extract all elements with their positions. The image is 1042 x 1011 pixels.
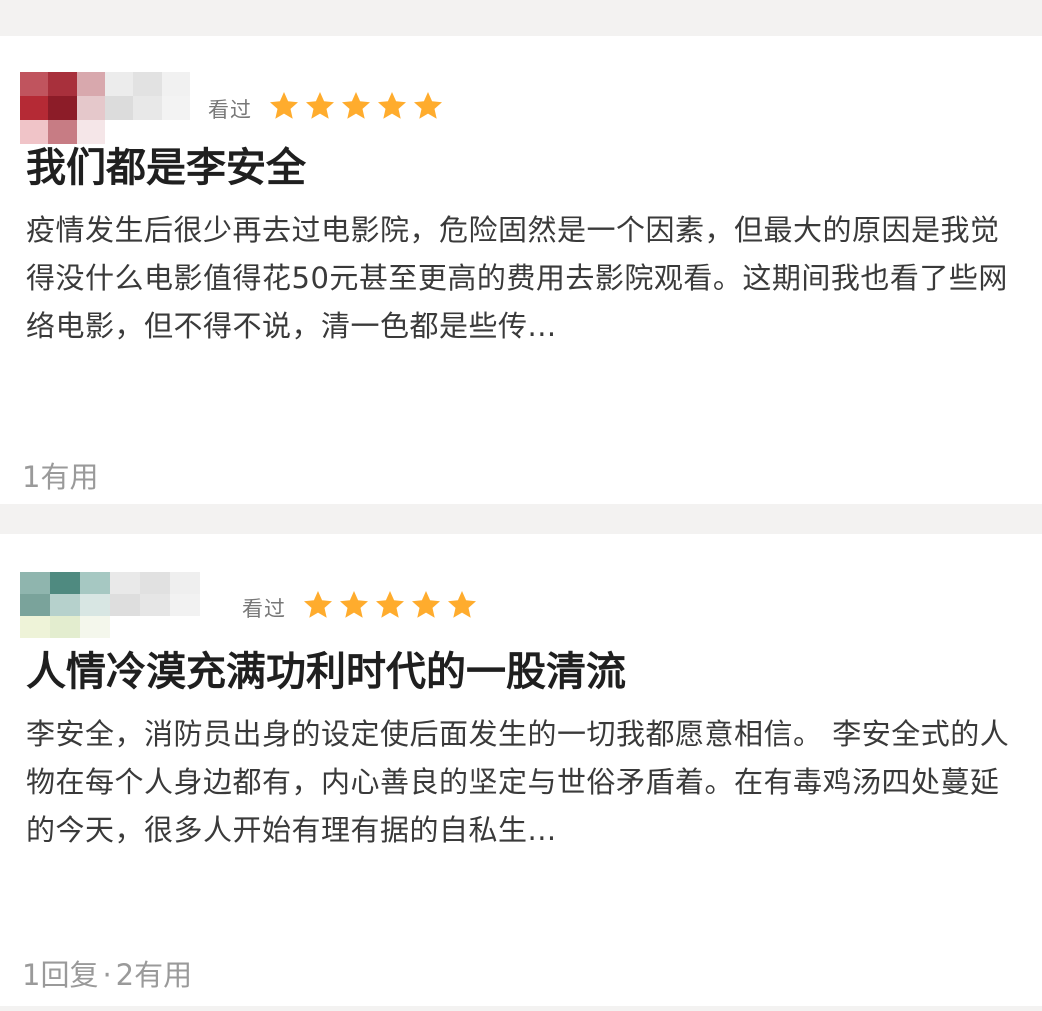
avatar[interactable] [20,572,200,638]
avatar-pixel [20,572,50,594]
top-spacer [0,0,1042,36]
avatar-pixel [161,72,190,96]
avatar-pixel [20,120,49,144]
avatar-pixel [140,572,170,594]
avatar-pixel [110,572,140,594]
avatar-pixel [48,96,77,120]
review-header: 看过 [20,534,1016,638]
avatar-pixel [105,72,134,96]
meta-separator: · [102,958,112,992]
review-body[interactable]: 疫情发生后很少再去过电影院，危险固然是一个因素，但最大的原因是我觉得没什么电影值… [26,206,1016,350]
review-body[interactable]: 李安全，消防员出身的设定使后面发生的一切我都愿意相信。 李安全式的人物在每个人身… [26,710,1016,854]
star-icon [342,92,370,119]
reply-count[interactable]: 1回复 [22,958,98,992]
avatar-pixel [50,572,80,594]
review-card[interactable]: 看过 我们都是李安全 疫情发生后很少再去过电影院，危险固然是一个因素，但最大的原… [0,36,1042,504]
avatar-pixel [48,120,77,144]
useful-count[interactable]: 2有用 [116,958,192,992]
useful-count[interactable]: 1有用 [22,460,98,494]
review-header: 看过 [20,36,1016,144]
avatar-pixel [140,616,170,638]
avatar-pixel [20,96,49,120]
avatar-pixel [133,120,162,144]
avatar-pixel [140,594,170,616]
star-icon [376,591,404,618]
avatar-pixel [76,72,105,96]
avatar-pixel [170,594,200,616]
review-meta: 1有用 [22,454,98,496]
star-icon [412,591,440,618]
review-meta: 1回复 · 2有用 [22,952,192,994]
star-icon [340,591,368,618]
avatar-pixel [170,616,200,638]
star-icon [378,92,406,119]
rating-stars [268,90,444,122]
avatar-pixel [76,120,105,144]
avatar-pixel [20,72,49,96]
avatar-pixel [80,616,110,638]
avatar-pixel [76,96,105,120]
avatar-pixel [133,96,162,120]
avatar-pixel [50,594,80,616]
star-icon [270,92,298,119]
star-icon [414,92,442,119]
avatar-pixel [80,594,110,616]
avatar-pixel [20,616,50,638]
avatar[interactable] [20,72,190,144]
avatar-pixel [50,616,80,638]
avatar-pixel [161,120,190,144]
avatar-pixel [110,616,140,638]
avatar-pixel [105,96,134,120]
avatar-pixel [170,572,200,594]
star-icon [448,591,476,618]
avatar-pixel [80,572,110,594]
watched-status: 看过 [208,98,252,122]
star-icon [306,92,334,119]
avatar-pixel [20,594,50,616]
bottom-spacer [0,1006,1042,1011]
watched-status: 看过 [242,597,286,621]
rating-stars [302,589,478,621]
star-icon [304,591,332,618]
avatar-pixel [105,120,134,144]
avatar-pixel [161,96,190,120]
avatar-pixel [110,594,140,616]
avatar-pixel [48,72,77,96]
avatar-pixel [133,72,162,96]
review-card[interactable]: 看过 人情冷漠充满功利时代的一股清流 李安全，消防员出身的设定使后面发生的一切我… [0,534,1042,1006]
